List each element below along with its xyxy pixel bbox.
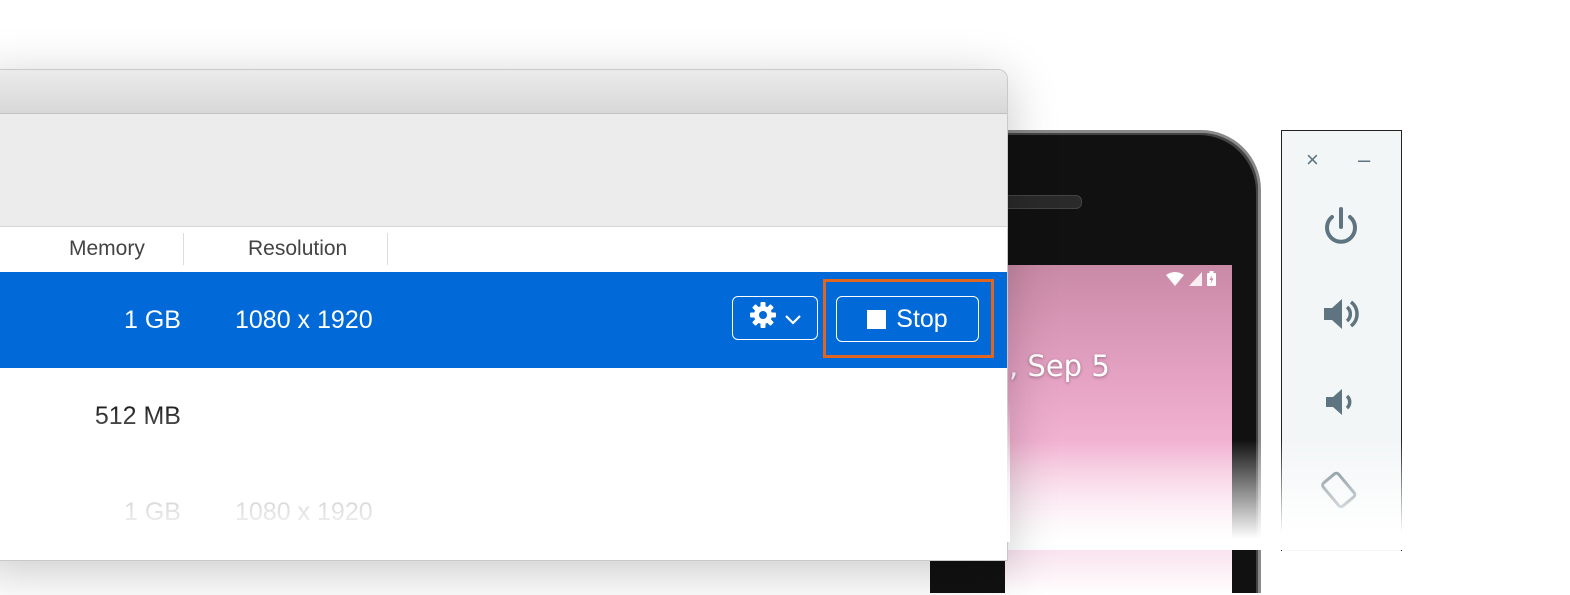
column-divider[interactable] <box>183 233 184 265</box>
cell-signal-icon <box>1189 271 1202 286</box>
close-icon[interactable]: × <box>1306 147 1319 173</box>
toolbar-fade-overlay <box>1280 440 1402 550</box>
minimize-icon[interactable]: – <box>1358 147 1370 173</box>
stop-square-icon <box>867 309 887 329</box>
window-toolbar-area <box>0 114 1007 227</box>
volume-up-icon[interactable] <box>1318 291 1364 337</box>
stop-button[interactable]: Stop <box>836 296 979 342</box>
resolution-cell: 1080 x 1920 <box>235 306 373 334</box>
battery-icon <box>1207 271 1216 286</box>
wifi-icon <box>1166 271 1184 286</box>
status-bar <box>1166 271 1216 286</box>
stop-button-label: Stop <box>896 304 948 333</box>
chevron-down-icon <box>784 304 802 333</box>
table-header: Memory Resolution <box>0 227 1007 271</box>
table-row[interactable]: 1 GB 1080 x 1920 <box>0 272 1007 368</box>
lock-screen-date: , Sep 5 <box>1009 349 1110 383</box>
window-fade-overlay <box>0 400 1010 542</box>
power-icon[interactable] <box>1318 203 1364 249</box>
column-header-memory[interactable]: Memory <box>69 227 145 271</box>
memory-cell: 1 GB <box>124 306 181 334</box>
window-titlebar[interactable] <box>0 70 1007 114</box>
column-divider[interactable] <box>387 233 388 265</box>
gear-icon <box>748 300 778 337</box>
volume-down-icon[interactable] <box>1318 379 1364 425</box>
settings-dropdown-button[interactable] <box>732 296 818 340</box>
column-header-resolution[interactable]: Resolution <box>248 227 347 271</box>
